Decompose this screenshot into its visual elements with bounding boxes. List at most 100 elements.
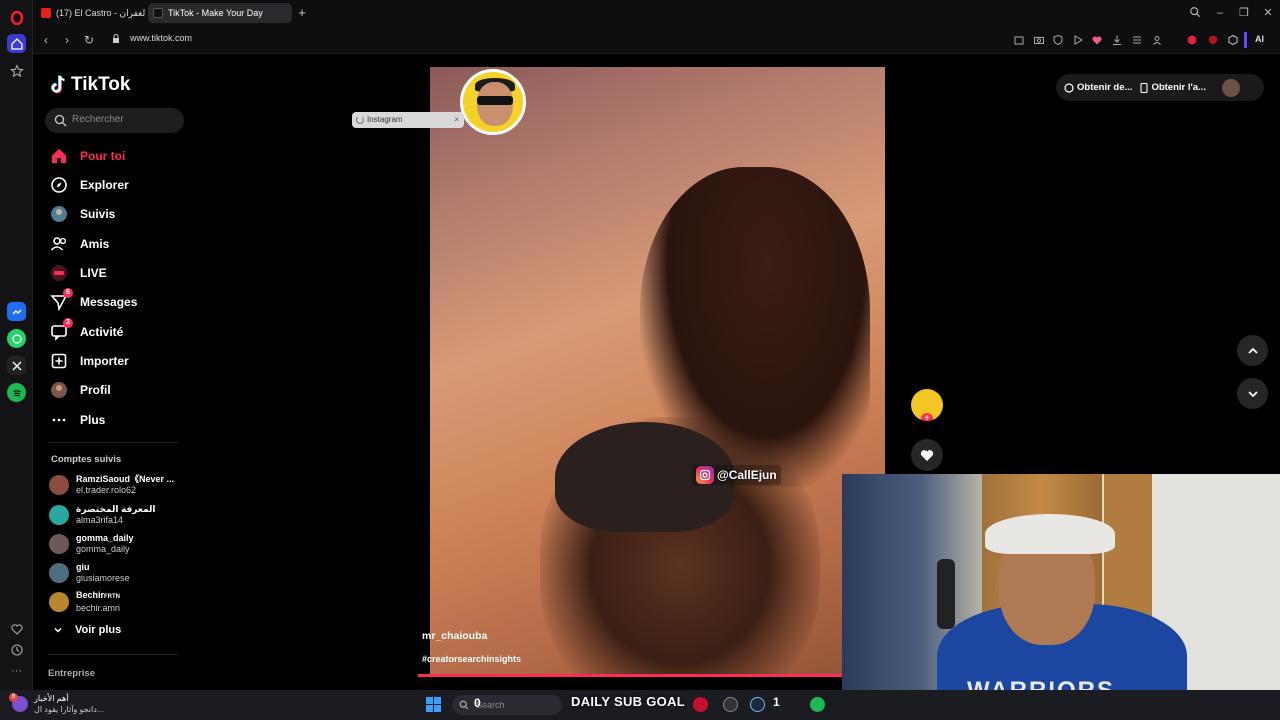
back-button[interactable]: ‹ [38, 32, 54, 48]
see-more-button[interactable]: Voir plus [53, 624, 121, 636]
nav-suivis[interactable]: Suivis [49, 202, 115, 226]
following-item[interactable]: المعرفة المختصرة alma3rifa14 [49, 502, 155, 528]
maximize-button[interactable]: ❐ [1237, 6, 1251, 20]
forward-button[interactable]: › [59, 32, 75, 48]
nav-label: Suivis [80, 207, 116, 221]
following-item[interactable]: giu giusiamorese [49, 560, 130, 586]
profile-icon[interactable] [1151, 34, 1163, 46]
play-icon[interactable] [1072, 34, 1084, 46]
nav-pour-toi[interactable]: Pour toi [49, 144, 125, 168]
following-item[interactable]: gomma_daily gomma_daily [49, 531, 134, 557]
camera-icon[interactable] [1033, 34, 1045, 46]
friends-icon [49, 234, 69, 254]
whatsapp-icon[interactable] [7, 329, 26, 348]
creator-avatar-button[interactable]: + [911, 389, 943, 421]
video-author[interactable]: mr_chaiouba [422, 630, 487, 642]
spotify-taskbar-icon[interactable] [810, 697, 825, 712]
windows-taskbar: 8 أهم الأخبار دانجو وآثارا يقود ال... Se… [0, 690, 1280, 720]
heart-icon[interactable] [1091, 34, 1103, 46]
home-icon[interactable] [7, 34, 26, 53]
following-item[interactable]: BechirFRTN bechir.amri [49, 589, 120, 615]
taskbar-search[interactable]: Search [452, 695, 562, 715]
minimize-button[interactable]: – [1213, 6, 1227, 20]
news-widget[interactable]: 8 أهم الأخبار دانجو وآثارا يقود ال... [9, 693, 104, 715]
previous-video-button[interactable] [1237, 335, 1268, 366]
close-window-button[interactable]: ✕ [1261, 6, 1275, 20]
video-player[interactable]: @CallEjun [430, 67, 885, 677]
youtube-favicon-icon [41, 8, 51, 18]
history-icon[interactable] [7, 640, 26, 659]
ublock-icon[interactable] [1207, 34, 1219, 46]
compass-icon [49, 175, 69, 195]
steam-taskbar-icon[interactable] [750, 697, 765, 712]
messenger-icon[interactable] [7, 302, 26, 321]
menu-icon[interactable] [1131, 34, 1143, 46]
red-extension-icon[interactable] [1186, 34, 1198, 46]
windows-start-icon[interactable] [426, 697, 441, 712]
nav-explorer[interactable]: Explorer [49, 173, 129, 197]
nav-amis[interactable]: Amis [49, 232, 109, 256]
ai-button[interactable]: AI [1255, 34, 1264, 44]
cube-icon[interactable] [1227, 34, 1239, 46]
cap [985, 514, 1115, 554]
tiktok-logo[interactable]: TikTok [51, 74, 130, 96]
reload-button[interactable]: ↻ [81, 32, 97, 48]
nav-messages[interactable]: 6 Messages [49, 288, 138, 314]
following-name: المعرفة المختصرة [76, 504, 156, 514]
nav-plus[interactable]: Plus [49, 408, 105, 432]
obs-taskbar-icon[interactable] [723, 697, 738, 712]
nav-importer[interactable]: Importer [49, 349, 129, 373]
opera-logo-icon[interactable] [7, 8, 26, 27]
shield-icon[interactable] [1052, 34, 1064, 46]
video-progress-bar[interactable] [418, 674, 850, 677]
tab-youtube[interactable]: (17) El Castro - الة الغفران [36, 3, 146, 23]
messages-icon: 6 [49, 288, 73, 312]
tab-tiktok[interactable]: TikTok - Make Your Day [148, 3, 292, 23]
next-video-button[interactable] [1237, 378, 1268, 409]
get-coins-button[interactable]: Obtenir de... [1064, 82, 1132, 93]
news-title: أهم الأخبار [34, 694, 69, 703]
news-badge: 8 [9, 693, 18, 702]
new-tab-button[interactable]: + [295, 6, 309, 20]
nav-activite[interactable]: 3 Activité [49, 318, 124, 344]
share-icon[interactable] [1013, 34, 1025, 46]
chevron-up-icon [1247, 347, 1258, 354]
chevron-down-icon [54, 627, 62, 633]
close-icon[interactable]: × [454, 112, 459, 128]
streamer-avatar-sticker [460, 69, 526, 135]
more-options-icon[interactable]: ··· [7, 661, 26, 680]
heart-icon [920, 450, 934, 461]
opera-taskbar-icon[interactable] [693, 697, 708, 712]
star-icon[interactable] [7, 61, 26, 80]
following-handle: alma3rifa14 [76, 515, 124, 525]
follow-plus-icon[interactable]: + [921, 413, 933, 421]
download-icon[interactable] [1111, 34, 1123, 46]
search-input[interactable]: Rechercher [45, 108, 184, 133]
avatar[interactable] [1221, 78, 1240, 97]
nav-live[interactable]: LIVE [49, 261, 107, 285]
tiktok-sidebar: TikTok Rechercher Pour toi Explorer Suiv… [33, 54, 193, 690]
get-app-button[interactable]: Obtenir l'a... [1140, 82, 1206, 93]
nav-profil[interactable]: Profil [49, 378, 111, 402]
headphones [937, 559, 955, 629]
coin-icon [1064, 82, 1074, 93]
following-item[interactable]: RamziSaoud《Never ... el.trader.rolo62 [49, 472, 174, 498]
hoodie-text: WARRIORS [967, 677, 1115, 690]
activity-badge: 3 [63, 318, 73, 328]
video-hashtag[interactable]: #creatorsearchinsights [422, 654, 521, 664]
search-tabs-icon[interactable] [1188, 6, 1202, 20]
instagram-toast[interactable]: Instagram × [352, 112, 464, 128]
spotify-icon[interactable] [7, 383, 26, 402]
nav-label: Activité [80, 325, 124, 339]
avatar [49, 505, 69, 525]
header-actions: Obtenir de... Obtenir l'a... [1056, 74, 1264, 101]
upload-icon [49, 351, 69, 371]
nav-label: Messages [80, 295, 138, 309]
heart-icon[interactable] [7, 619, 26, 638]
footer-entreprise[interactable]: Entreprise [48, 668, 95, 679]
url-field[interactable]: www.tiktok.com [130, 33, 192, 43]
like-button[interactable] [911, 439, 943, 471]
x-twitter-icon[interactable] [7, 356, 26, 375]
phone-icon [1140, 82, 1148, 93]
following-name-suffix: FRTN [104, 594, 121, 600]
